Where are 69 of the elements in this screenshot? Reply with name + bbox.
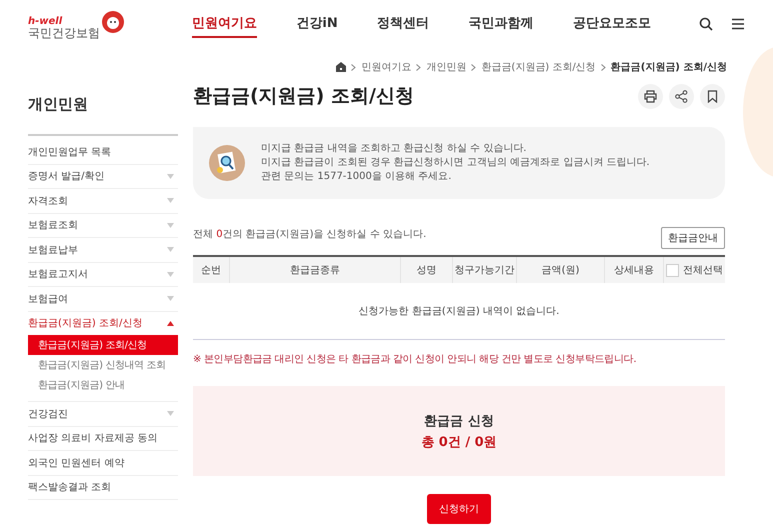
notice-text: 관련 문의는 1577-1000을 이용해 주세요. xyxy=(261,170,452,184)
sidebar-item[interactable]: 건강검진 xyxy=(28,402,178,426)
sidebar-title: 개인민원 xyxy=(28,95,89,114)
printer-icon xyxy=(644,90,657,102)
guide-button[interactable]: 환급금안내 xyxy=(661,227,725,249)
print-button[interactable] xyxy=(638,84,663,108)
sidebar-item[interactable]: 보험료조회 xyxy=(28,214,178,237)
search-icon[interactable] xyxy=(699,17,713,31)
sidebar-subitem[interactable]: 환급금(지원금) 안내 xyxy=(28,375,178,395)
menu-icon[interactable] xyxy=(731,18,745,30)
chevron-right-icon xyxy=(471,64,476,70)
chevron-right-icon xyxy=(351,64,356,70)
page-title: 환급금(지원금) 조회/신청 xyxy=(193,84,414,109)
chevron-right-icon xyxy=(600,64,606,70)
nav-tab[interactable]: 민원여기요 xyxy=(192,10,257,38)
notice-text: 미지급 환급금 내역을 조회하고 환급신청 하실 수 있습니다. xyxy=(261,142,528,156)
count-text: 전체 0건의 환급금(지원금)을 신청하실 수 있습니다. xyxy=(193,228,426,242)
logo-name[interactable]: 국민건강보험 xyxy=(28,27,100,39)
nav-tab[interactable]: 공단요모조모 xyxy=(572,10,651,38)
sidebar-item[interactable]: 팩스발송결과 조회 xyxy=(28,476,178,499)
sidebar-subitem[interactable]: 환급금(지원금) 신청내역 조회 xyxy=(28,355,178,375)
column-header: 상세내용 xyxy=(604,257,663,283)
expand-arrow-icon xyxy=(167,222,174,228)
warning-text: ※ 본인부담환급금 대리인 신청은 타 환급금과 같이 신청이 안되니 해당 건만 별도로 신청부탁드립니다. xyxy=(193,353,638,366)
column-header: 환급금종류 xyxy=(229,257,400,283)
expand-arrow-icon xyxy=(167,411,174,416)
sidebar-item[interactable]: 개인민원업무 목록 xyxy=(28,140,178,164)
empty-message: 신청가능한 환급금(지원금) 내역이 없습니다. xyxy=(358,305,560,318)
select-all-label: 전체선택 xyxy=(683,264,723,277)
nav-tab[interactable]: 국민과함께 xyxy=(468,10,534,38)
sidebar-item[interactable]: 외국인 민원센터 예약 xyxy=(28,451,178,474)
column-header: 청구가능기간 xyxy=(452,257,516,283)
nav-tab[interactable]: 건강iN xyxy=(296,10,338,38)
expand-arrow-icon xyxy=(167,174,174,179)
share-icon xyxy=(675,90,688,102)
sidebar-item[interactable]: 증명서 발급/확인 xyxy=(28,164,178,188)
mascot-icon xyxy=(102,11,124,33)
expand-arrow-icon xyxy=(167,296,174,302)
breadcrumb-link[interactable]: 개인민원 xyxy=(426,60,466,74)
chevron-right-icon xyxy=(416,64,422,70)
nav-tab[interactable]: 정책센터 xyxy=(377,10,430,38)
notice-text: 미지급 환급금이 조회된 경우 환급신청하시면 고객님의 예금계좌로 입금시켜 드립니다. xyxy=(261,156,650,170)
column-header: 순번 xyxy=(200,264,222,278)
sidebar-item[interactable]: 보험료고지서 xyxy=(28,262,178,286)
expand-arrow-icon xyxy=(167,247,174,252)
summary-total: 총 0건 / 0원 xyxy=(421,434,497,450)
share-button[interactable] xyxy=(669,84,694,108)
expand-arrow-icon xyxy=(167,272,174,277)
sidebar-item[interactable]: 보험료납부 xyxy=(28,238,178,262)
breadcrumb-link[interactable]: 환급금(지원금) 조회/신청 xyxy=(481,60,596,74)
sidebar-item[interactable]: 자격조회 xyxy=(28,189,178,212)
breadcrumb-link[interactable]: 환급금(지원금) 조회/신청 xyxy=(610,60,727,74)
apply-button[interactable]: 신청하기 xyxy=(427,494,491,524)
sidebar-item[interactable]: 사업장 의료비 자료제공 동의 xyxy=(28,426,178,450)
magnifier-document-icon xyxy=(209,145,245,181)
bookmark-icon xyxy=(706,90,719,102)
breadcrumb-link[interactable]: 민원여기요 xyxy=(361,60,412,74)
collapse-arrow-icon xyxy=(167,320,174,326)
column-header: 금액(원) xyxy=(516,257,604,283)
bookmark-button[interactable] xyxy=(700,84,725,108)
logo-tagline: h-well xyxy=(28,17,64,27)
sidebar-item[interactable]: 보험급여 xyxy=(28,287,178,310)
expand-arrow-icon xyxy=(167,198,174,204)
summary-title: 환급금 신청 xyxy=(424,412,494,430)
sidebar-subitem[interactable]: 환급금(지원금) 조회/신청 xyxy=(28,335,178,355)
home-icon[interactable] xyxy=(336,62,346,72)
select-all-checkbox[interactable] xyxy=(666,264,679,276)
column-header: 성명 xyxy=(400,257,452,283)
sidebar-item[interactable]: 환급금(지원금) 조회/신청 xyxy=(28,312,178,335)
